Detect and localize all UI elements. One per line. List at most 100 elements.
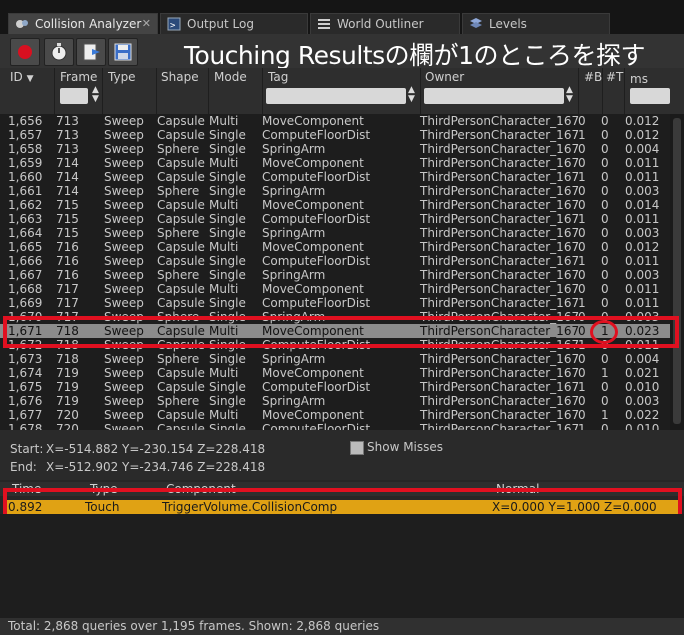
table-row[interactable]: 1,664 715 Sweep Sphere Single SpringArm ThirdP… (0, 226, 670, 240)
record-button[interactable] (10, 38, 40, 66)
scrollbar-thumb[interactable] (673, 118, 681, 424)
cell-id: 1,676 (8, 394, 43, 408)
cell-ms: 0.011 (625, 254, 660, 268)
cell-mode: Multi (209, 366, 239, 380)
stopwatch-button[interactable] (44, 38, 74, 66)
cell-ms: 0.003 (625, 268, 660, 282)
close-icon[interactable]: ✕ (142, 17, 151, 30)
cell-type: Sweep (104, 156, 144, 170)
table-row[interactable]: 1,662 715 Sweep Capsule Multi MoveComponent Th… (0, 198, 670, 212)
cell-type: Sweep (104, 422, 144, 430)
cell-shape: Capsule (157, 198, 205, 212)
cell-owner: ThirdPersonCharacter_167 (420, 240, 580, 254)
show-misses-checkbox[interactable] (350, 441, 364, 455)
owner-filter-input[interactable] (424, 88, 564, 104)
tab-levels[interactable]: Levels (462, 13, 610, 34)
cell-tag: MoveComponent (262, 366, 364, 380)
cell-tag: ComputeFloorDist (262, 170, 371, 184)
table-row[interactable]: 1,660 714 Sweep Capsule Single ComputeFloorDi… (0, 170, 670, 184)
cell-frame: 716 (56, 254, 79, 268)
table-row[interactable]: 1,673 718 Sweep Sphere Single SpringArm ThirdP… (0, 352, 670, 366)
cell-touching: 0 (601, 380, 609, 394)
column-header-touching[interactable]: #T (606, 70, 623, 84)
owner-filter-spinner[interactable]: ▲ ▼ (566, 86, 573, 104)
table-row[interactable]: 1,661 714 Sweep Sphere Single SpringArm ThirdP… (0, 184, 670, 198)
frame-filter-spinner[interactable]: ▲ ▼ (92, 86, 99, 104)
column-header-owner[interactable]: Owner (425, 70, 464, 84)
cell-touching: 1 (601, 408, 609, 422)
cell-blocking: 1 (578, 254, 586, 268)
frame-filter-input[interactable] (60, 88, 88, 104)
cell-owner: ThirdPersonCharacter_167 (420, 198, 580, 212)
cell-id: 1,665 (8, 240, 43, 254)
cell-id: 1,678 (8, 422, 43, 430)
tab-bar: Collision Analyzer ✕ > Output Log World … (0, 0, 684, 34)
cell-id: 1,661 (8, 184, 43, 198)
cell-mode: Single (209, 296, 246, 310)
table-row[interactable]: 1,666 716 Sweep Capsule Single ComputeFloorDi… (0, 254, 670, 268)
table-row[interactable]: 1,678 720 Sweep Capsule Single ComputeFloorDi… (0, 422, 670, 430)
column-header-ms[interactable]: ms (630, 72, 648, 86)
cell-type: Sweep (104, 268, 144, 282)
cell-frame: 717 (56, 296, 79, 310)
cell-id: 1,662 (8, 198, 43, 212)
cell-tag: ComputeFloorDist (262, 212, 371, 226)
table-row[interactable]: 1,657 713 Sweep Capsule Single ComputeFloorDi… (0, 128, 670, 142)
table-row[interactable]: 1,659 714 Sweep Capsule Multi MoveComponent Th… (0, 156, 670, 170)
table-row[interactable]: 1,675 719 Sweep Capsule Single ComputeFloorDi… (0, 380, 670, 394)
save-icon (114, 43, 132, 61)
cell-mode: Single (209, 142, 246, 156)
table-row[interactable]: 1,663 715 Sweep Capsule Single ComputeFloorDi… (0, 212, 670, 226)
cell-blocking: 1 (578, 296, 586, 310)
cell-shape: Capsule (157, 408, 205, 422)
cell-type: Sweep (104, 394, 144, 408)
column-header-type[interactable]: Type (108, 70, 136, 84)
tab-collision-analyzer[interactable]: Collision Analyzer ✕ (8, 13, 158, 34)
table-row[interactable]: 1,658 713 Sweep Sphere Single SpringArm ThirdP… (0, 142, 670, 156)
cell-ms: 0.004 (625, 352, 660, 366)
cell-ms: 0.003 (625, 184, 660, 198)
cell-type: Sweep (104, 352, 144, 366)
cell-ms: 0.011 (625, 170, 660, 184)
svg-text:>: > (170, 21, 176, 31)
table-row[interactable]: 1,677 720 Sweep Capsule Multi MoveComponent Th… (0, 408, 670, 422)
column-header-shape[interactable]: Shape (161, 70, 199, 84)
table-row[interactable]: 1,665 716 Sweep Capsule Multi MoveComponent Th… (0, 240, 670, 254)
cell-tag: ComputeFloorDist (262, 128, 371, 142)
table-row[interactable]: 1,656 713 Sweep Capsule Multi MoveComponent Th… (0, 114, 670, 128)
cell-blocking: 0 (578, 114, 586, 128)
tab-world-outliner[interactable]: World Outliner (310, 13, 460, 34)
cell-touching: 0 (601, 226, 609, 240)
table-row[interactable]: 1,674 719 Sweep Capsule Multi MoveComponent Th… (0, 366, 670, 380)
column-header-blocking[interactable]: #B (584, 70, 602, 84)
cell-shape: Capsule (157, 170, 205, 184)
cell-touching: 0 (601, 128, 609, 142)
load-file-button[interactable] (76, 38, 106, 66)
table-row[interactable]: 1,668 717 Sweep Capsule Multi MoveComponent Th… (0, 282, 670, 296)
column-header-id[interactable]: ID ▼ (10, 70, 34, 84)
cell-owner: ThirdPersonCharacter_167 (420, 212, 580, 226)
query-list-scrollbar[interactable] (670, 114, 684, 430)
cell-id: 1,668 (8, 282, 43, 296)
cell-shape: Sphere (157, 184, 200, 198)
save-button[interactable] (108, 38, 138, 66)
cell-owner: ThirdPersonCharacter_167 (420, 142, 580, 156)
table-row[interactable]: 1,676 719 Sweep Sphere Single SpringArm ThirdP… (0, 394, 670, 408)
cell-mode: Single (209, 394, 246, 408)
column-header-mode[interactable]: Mode (214, 70, 247, 84)
cell-touching: 0 (601, 352, 609, 366)
ms-filter-input[interactable] (630, 88, 670, 104)
column-header-tag[interactable]: Tag (268, 70, 288, 84)
cell-ms: 0.010 (625, 422, 660, 430)
table-row[interactable]: 1,669 717 Sweep Capsule Single ComputeFloorDi… (0, 296, 670, 310)
cell-frame: 713 (56, 114, 79, 128)
table-row[interactable]: 1,667 716 Sweep Sphere Single SpringArm ThirdP… (0, 268, 670, 282)
cell-shape: Capsule (157, 156, 205, 170)
tab-output-log[interactable]: > Output Log (160, 13, 308, 34)
cell-owner: ThirdPersonCharacter_167 (420, 282, 580, 296)
tag-filter-spinner[interactable]: ▲ ▼ (408, 86, 415, 104)
column-header-frame[interactable]: Frame (60, 70, 97, 84)
cell-tag: SpringArm (262, 268, 326, 282)
cell-blocking: 1 (578, 422, 586, 430)
tag-filter-input[interactable] (266, 88, 406, 104)
